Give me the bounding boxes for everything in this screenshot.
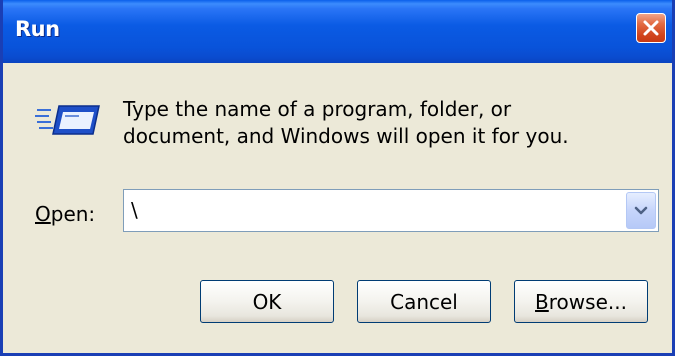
ok-button[interactable]: OK [200,280,334,323]
close-icon [643,20,659,36]
run-description: Type the name of a program, folder, or d… [123,96,569,150]
chevron-down-icon [634,206,648,214]
run-icon [35,104,103,140]
ok-button-label: OK [252,289,282,314]
description-line-2: document, and Windows will open it for y… [123,124,569,148]
title-bar[interactable]: Run [3,0,672,63]
open-label: Open: [35,202,95,226]
run-dialog: Run Type the name of a program, folder, … [0,0,675,356]
open-label-text: pen: [50,202,96,226]
cancel-button[interactable]: Cancel [357,280,491,323]
open-input[interactable]: \ [131,198,138,222]
browse-button[interactable]: Browse... [514,280,648,323]
browse-button-accelerator: B [535,289,549,314]
browse-button-label: rowse... [548,289,627,314]
cancel-button-label: Cancel [390,289,458,314]
open-label-accelerator: O [35,202,51,226]
description-line-1: Type the name of a program, folder, or [123,97,512,121]
open-combobox[interactable]: \ [123,189,659,232]
dropdown-button[interactable] [626,192,656,229]
close-button[interactable] [636,13,666,43]
window-title: Run [15,17,60,41]
